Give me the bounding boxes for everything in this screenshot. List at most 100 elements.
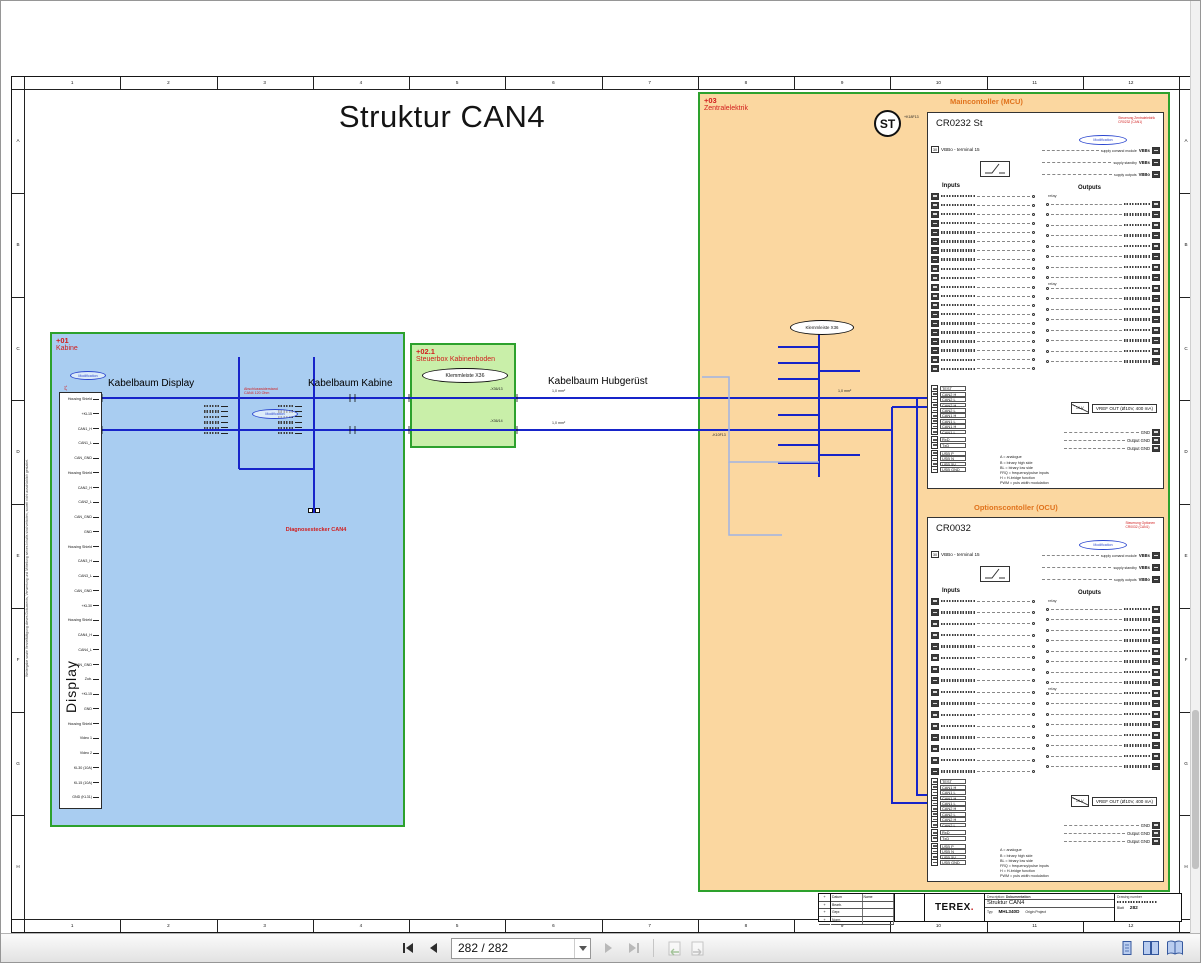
signature-row: Norm	[831, 917, 894, 925]
ruler-tick	[505, 77, 507, 89]
last-page-icon	[629, 943, 639, 953]
microtext	[932, 813, 937, 815]
input-terminal-icon	[1032, 622, 1035, 626]
document-viewport[interactable]: Weitergabe sowie Vervielfältigung dieses…	[1, 1, 1191, 934]
input-terminal-icon	[1032, 303, 1035, 307]
supply-label: supply comand module	[1100, 553, 1137, 558]
book-view-button[interactable]	[1164, 938, 1186, 958]
display-pin-row: +KL30	[82, 601, 99, 611]
signature-label: Bearb.	[831, 901, 863, 909]
input-terminal-icon	[1032, 633, 1035, 637]
microtext	[941, 599, 975, 603]
microtext	[1124, 360, 1150, 363]
pin-number-box	[1152, 576, 1160, 583]
output-row	[1046, 637, 1160, 644]
ruler-tick	[601, 920, 603, 932]
wire-dash	[977, 748, 1030, 750]
supply-code: VBBs	[1138, 148, 1150, 153]
revision-mark: +	[819, 902, 830, 910]
wire-dash	[1051, 671, 1122, 673]
microtext	[932, 439, 937, 441]
controller-model: CR0032	[936, 523, 971, 534]
first-page-button[interactable]	[397, 938, 419, 958]
single-page-view-button[interactable]	[1116, 938, 1138, 958]
scrollbar-thumb[interactable]	[1192, 710, 1199, 869]
input-row	[931, 192, 1035, 200]
pin-number-box	[1152, 752, 1160, 760]
microtext	[1124, 265, 1150, 269]
last-page-button[interactable]	[623, 938, 645, 958]
region-ste uerbox-name: Steuerbox Kabinenboden	[416, 356, 496, 363]
pin-number-box	[931, 441, 938, 449]
pin-number-box	[931, 756, 939, 764]
comm-label: CAN2 L	[940, 822, 966, 828]
wire-dash	[977, 691, 1030, 693]
wire-dash	[1064, 447, 1125, 449]
output-terminal-icon	[1046, 744, 1049, 747]
output-row	[1046, 242, 1160, 250]
ruler-tick	[601, 77, 603, 89]
next-view-button[interactable]	[687, 938, 709, 958]
microtext	[204, 410, 220, 413]
titleblock-description-cell: Description: Dokumentation Struktur CAN4…	[985, 894, 1115, 921]
microtext	[941, 303, 975, 307]
signature-row: Gepr.	[831, 909, 894, 918]
output-terminal-icon	[1046, 307, 1049, 311]
microtext	[1154, 650, 1158, 652]
facing-pages-view-button[interactable]	[1140, 938, 1162, 958]
pin-number-box	[931, 219, 939, 227]
ruler-tick	[12, 89, 24, 90]
pin-stub	[221, 416, 228, 418]
input-terminal-icon	[1032, 349, 1035, 353]
microtext	[932, 808, 937, 810]
display-pin-label: CAN1_L	[78, 441, 92, 446]
input-terminal-icon	[1032, 736, 1035, 739]
titleblock-number-cell: Drawing number Blatt 282	[1115, 894, 1181, 921]
output-row	[1046, 316, 1160, 323]
display-pin-row: CAN_GND	[74, 512, 99, 522]
output-row	[1046, 253, 1160, 260]
ruler-col-label-bottom: 2	[167, 923, 170, 928]
display-pin-label: KL15 (10A)	[73, 780, 92, 785]
legend-line: PWM = puls width modulation	[1000, 873, 1049, 878]
wire-dash	[977, 250, 1030, 252]
comm-label: TxD	[940, 835, 966, 841]
microtext	[941, 633, 975, 637]
ruler-col-label: 12	[1128, 80, 1134, 85]
page-number-input[interactable]	[452, 941, 574, 955]
pin-number-box	[931, 677, 939, 685]
display-pin-row: CAN2_H	[78, 483, 99, 493]
next-page-button[interactable]	[598, 938, 620, 958]
input-terminal-icon	[1032, 203, 1035, 207]
output-row	[1046, 679, 1160, 686]
page-list-dropdown[interactable]	[574, 938, 590, 958]
previous-page-button[interactable]	[422, 938, 444, 958]
wire-dash	[1051, 734, 1122, 736]
previous-view-button[interactable]	[662, 938, 684, 958]
output-row	[1046, 605, 1160, 613]
display-pin-label: +KL15	[81, 692, 93, 696]
input-terminal-icon	[1032, 758, 1035, 762]
microtext	[1124, 670, 1150, 674]
display-pin-row: CAN3_H	[78, 556, 99, 566]
microtext	[1154, 439, 1158, 441]
comm-label: RxD	[940, 830, 966, 836]
output-row	[1046, 763, 1160, 770]
microtext	[1124, 223, 1150, 227]
microtext	[933, 645, 937, 648]
wire-dash	[1051, 245, 1122, 247]
signature-header-name: Name	[863, 894, 894, 901]
display-pin-row: Housing Shield	[68, 615, 99, 625]
wire-dash	[977, 368, 1030, 370]
microtext	[941, 249, 975, 252]
wire-dash	[1064, 439, 1125, 441]
pin-number-box	[1152, 242, 1160, 250]
ruler-tick	[312, 77, 314, 89]
pin-number-box	[1152, 637, 1160, 644]
pin-stub	[221, 421, 228, 423]
display-pin-label: Housing Shield	[67, 721, 92, 726]
vertical-scrollbar[interactable]	[1190, 1, 1200, 934]
pin-number-box	[931, 699, 939, 707]
microtext	[941, 702, 975, 705]
microtext	[941, 340, 975, 343]
